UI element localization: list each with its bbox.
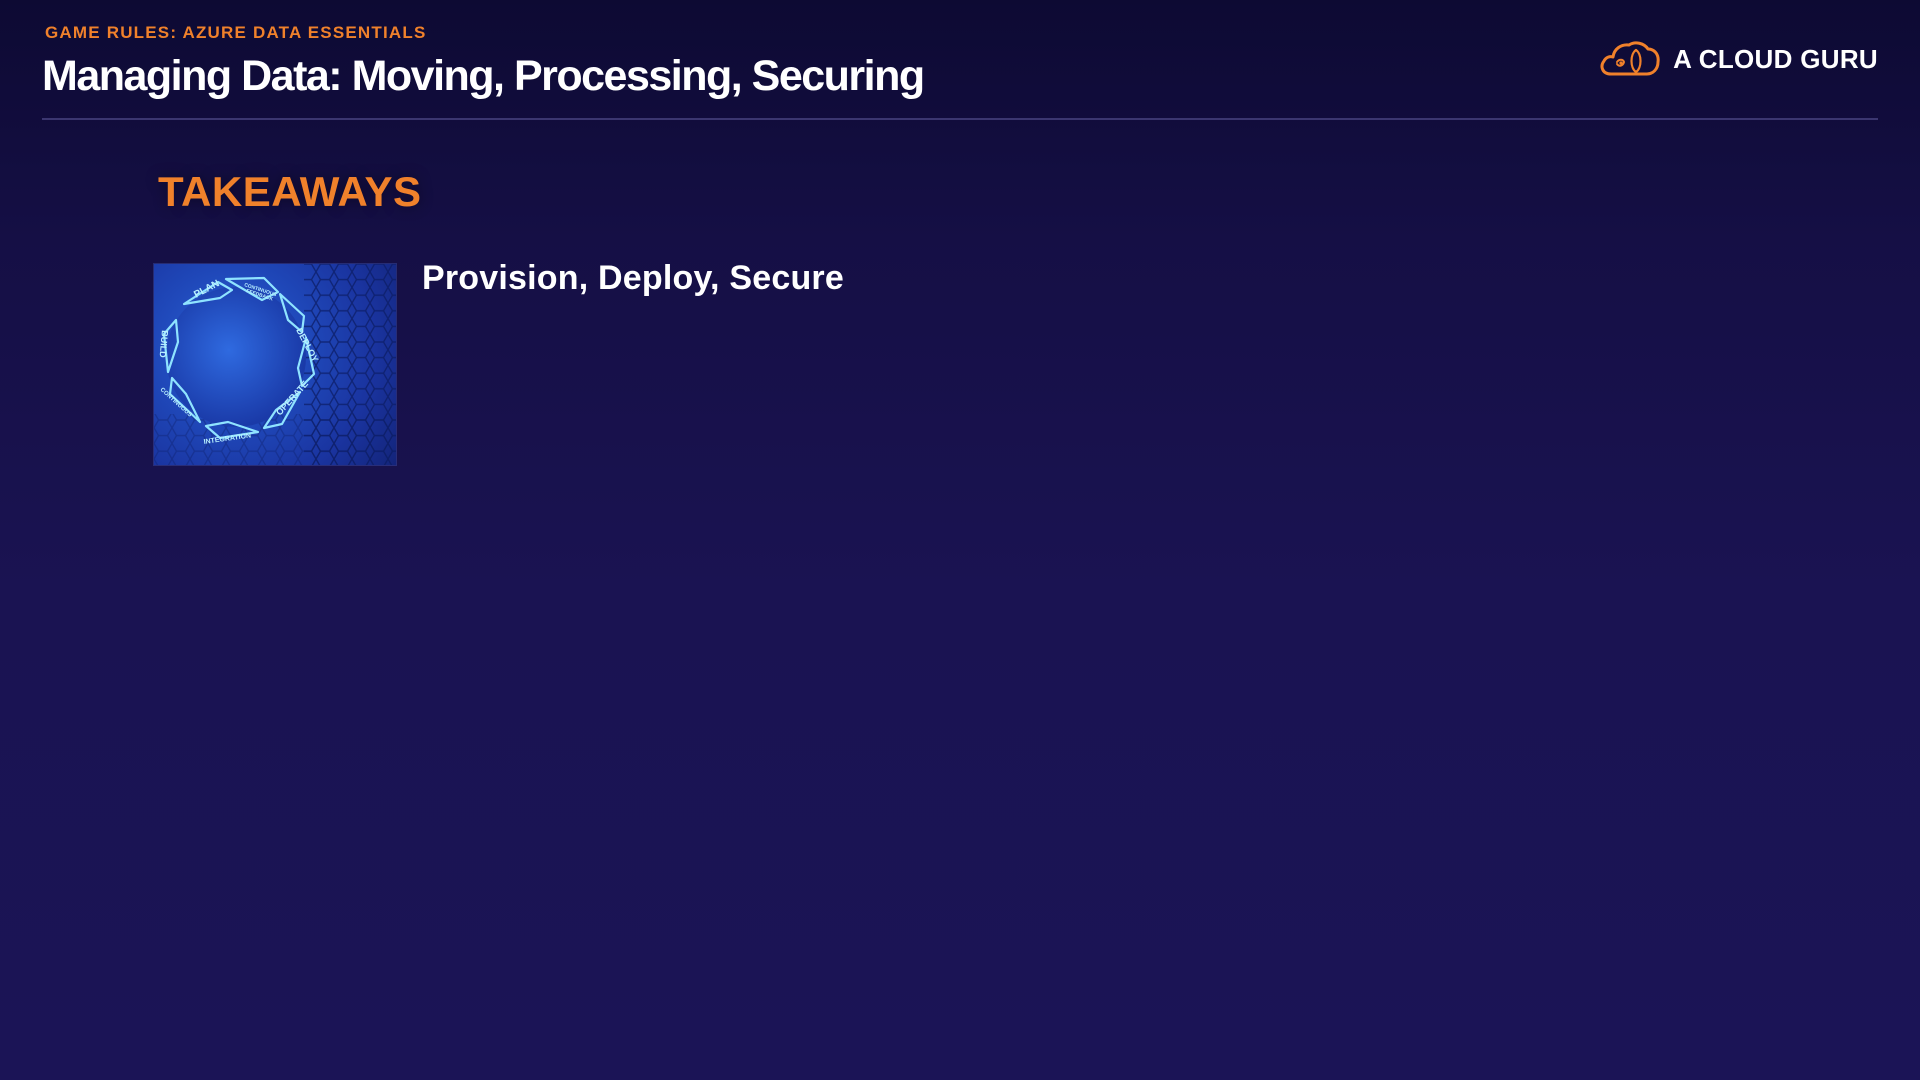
svg-text:BUILD: BUILD [158, 330, 170, 359]
brand-name: A CLOUD GURU [1673, 43, 1878, 74]
devops-cycle-image: PLAN CONTINUOUS FEEDBACK DEPLOY OPERATE … [154, 264, 396, 465]
takeaway-text: Provision, Deploy, Secure [422, 259, 844, 297]
page-title: Managing Data: Moving, Processing, Secur… [42, 52, 925, 100]
section-heading: TAKEAWAYS [158, 168, 422, 215]
cloud-icon [1597, 36, 1661, 82]
header-divider [42, 118, 1878, 120]
header-kicker: GAME RULES: AZURE DATA ESSENTIALS [45, 23, 427, 42]
brand: A CLOUD GURU [1597, 36, 1878, 82]
